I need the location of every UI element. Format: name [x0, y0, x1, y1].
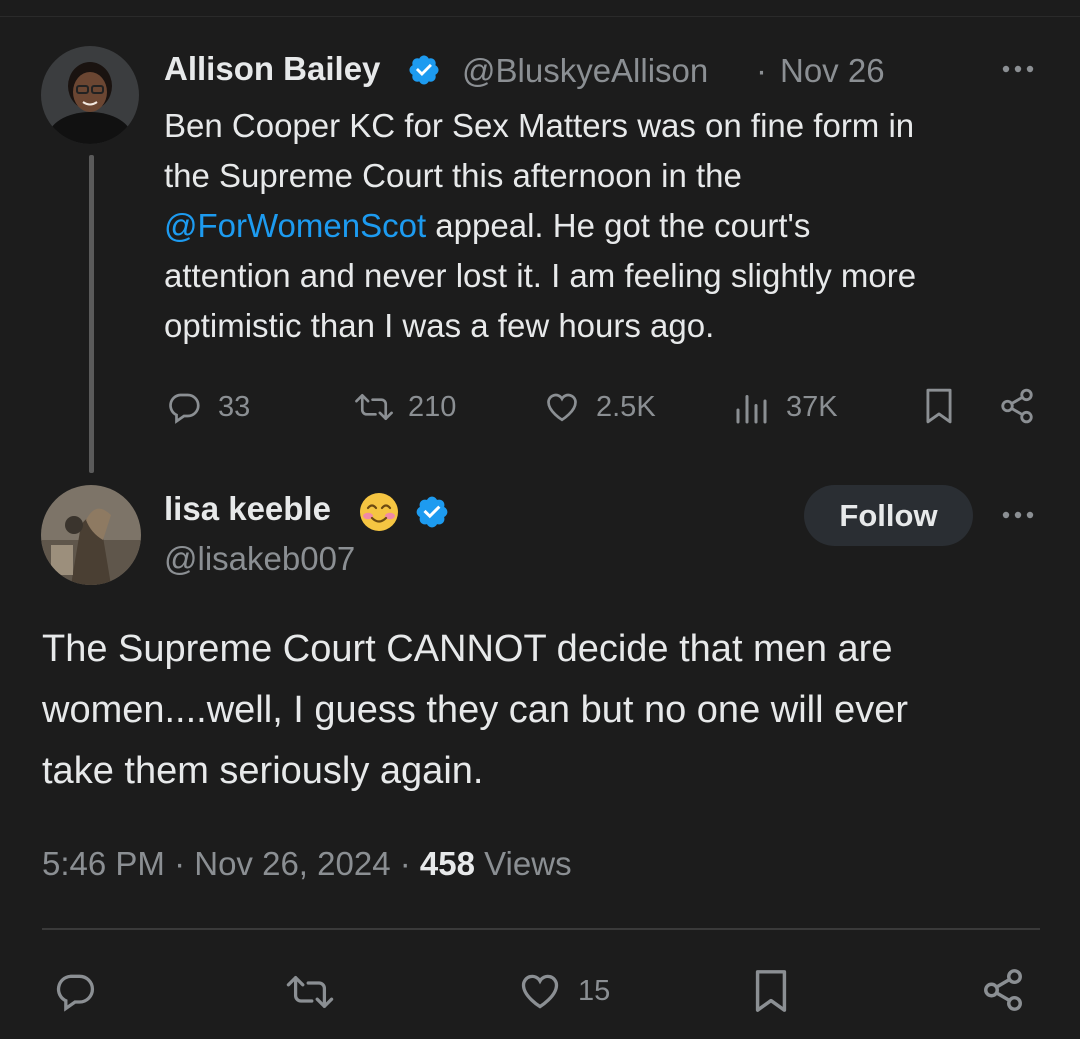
mention-link[interactable]: @ForWomenScot [164, 207, 426, 244]
views-count: 458 [419, 845, 475, 882]
top-divider [0, 16, 1080, 17]
like-count: 2.5K [596, 391, 656, 423]
tweet-text: The Supreme Court CANNOT decide that men… [42, 619, 1052, 802]
views-label: Views [484, 845, 572, 882]
verified-icon [414, 494, 450, 530]
dot-separator: · [174, 845, 186, 882]
smiling-face-emoji-icon [358, 491, 400, 533]
author-handle[interactable]: @BluskyeAllison [462, 52, 708, 90]
follow-button[interactable]: Follow [804, 485, 973, 546]
tweet-date[interactable]: Nov 26, 2024 [194, 845, 390, 882]
author-name[interactable]: lisa keeble [164, 490, 331, 528]
bookmark-icon[interactable] [922, 387, 956, 425]
tweet-text-line: The Supreme Court CANNOT decide that men… [42, 628, 893, 670]
views-icon[interactable] [733, 389, 773, 425]
more-icon[interactable] [1001, 63, 1035, 75]
repost-icon[interactable] [352, 389, 396, 425]
like-icon[interactable] [543, 389, 581, 425]
repost-icon[interactable] [283, 970, 337, 1014]
divider [42, 928, 1040, 930]
avatar-lisa[interactable] [41, 485, 141, 585]
verified-icon [407, 53, 441, 87]
more-icon[interactable] [1001, 509, 1035, 521]
tweet-text-line: the Supreme Court this afternoon in the [164, 157, 742, 194]
dot-separator: · [399, 845, 411, 882]
reply-icon[interactable] [53, 969, 97, 1013]
like-count: 15 [578, 975, 611, 1007]
repost-count: 210 [408, 391, 457, 423]
tweet-text-line: attention and never lost it. I am feelin… [164, 257, 917, 294]
bookmark-icon[interactable] [751, 968, 791, 1014]
author-handle[interactable]: @lisakeb007 [164, 540, 355, 578]
tweet-time[interactable]: 5:46 PM [42, 845, 165, 882]
tweet-text-line: take them seriously again. [42, 750, 484, 792]
tweet-text: Ben Cooper KC for Sex Matters was on fin… [164, 101, 1054, 351]
tweet-text-fragment: appeal. He got the court's [426, 207, 811, 244]
author-name[interactable]: Allison Bailey [164, 50, 380, 88]
tweet-date[interactable]: Nov 26 [780, 52, 885, 90]
reply-count: 33 [218, 391, 251, 423]
tweet-text-line: optimistic than I was a few hours ago. [164, 307, 715, 344]
reply-icon[interactable] [166, 389, 202, 425]
views-count: 37K [786, 391, 838, 423]
dot-separator: · [756, 52, 767, 89]
share-icon[interactable] [980, 967, 1026, 1013]
tweet-metadata: 5:46 PM · Nov 26, 2024 · 458 Views [42, 845, 572, 883]
tweet-text-line: women....well, I guess they can but no o… [42, 689, 909, 731]
like-icon[interactable] [516, 969, 564, 1013]
tweet-text-line: @ForWomenScot appeal. He got the court's [164, 201, 1054, 251]
avatar-allison[interactable] [41, 46, 139, 144]
share-icon[interactable] [998, 387, 1036, 425]
tweet-text-line: Ben Cooper KC for Sex Matters was on fin… [164, 107, 915, 144]
thread-connector-line [89, 155, 94, 473]
